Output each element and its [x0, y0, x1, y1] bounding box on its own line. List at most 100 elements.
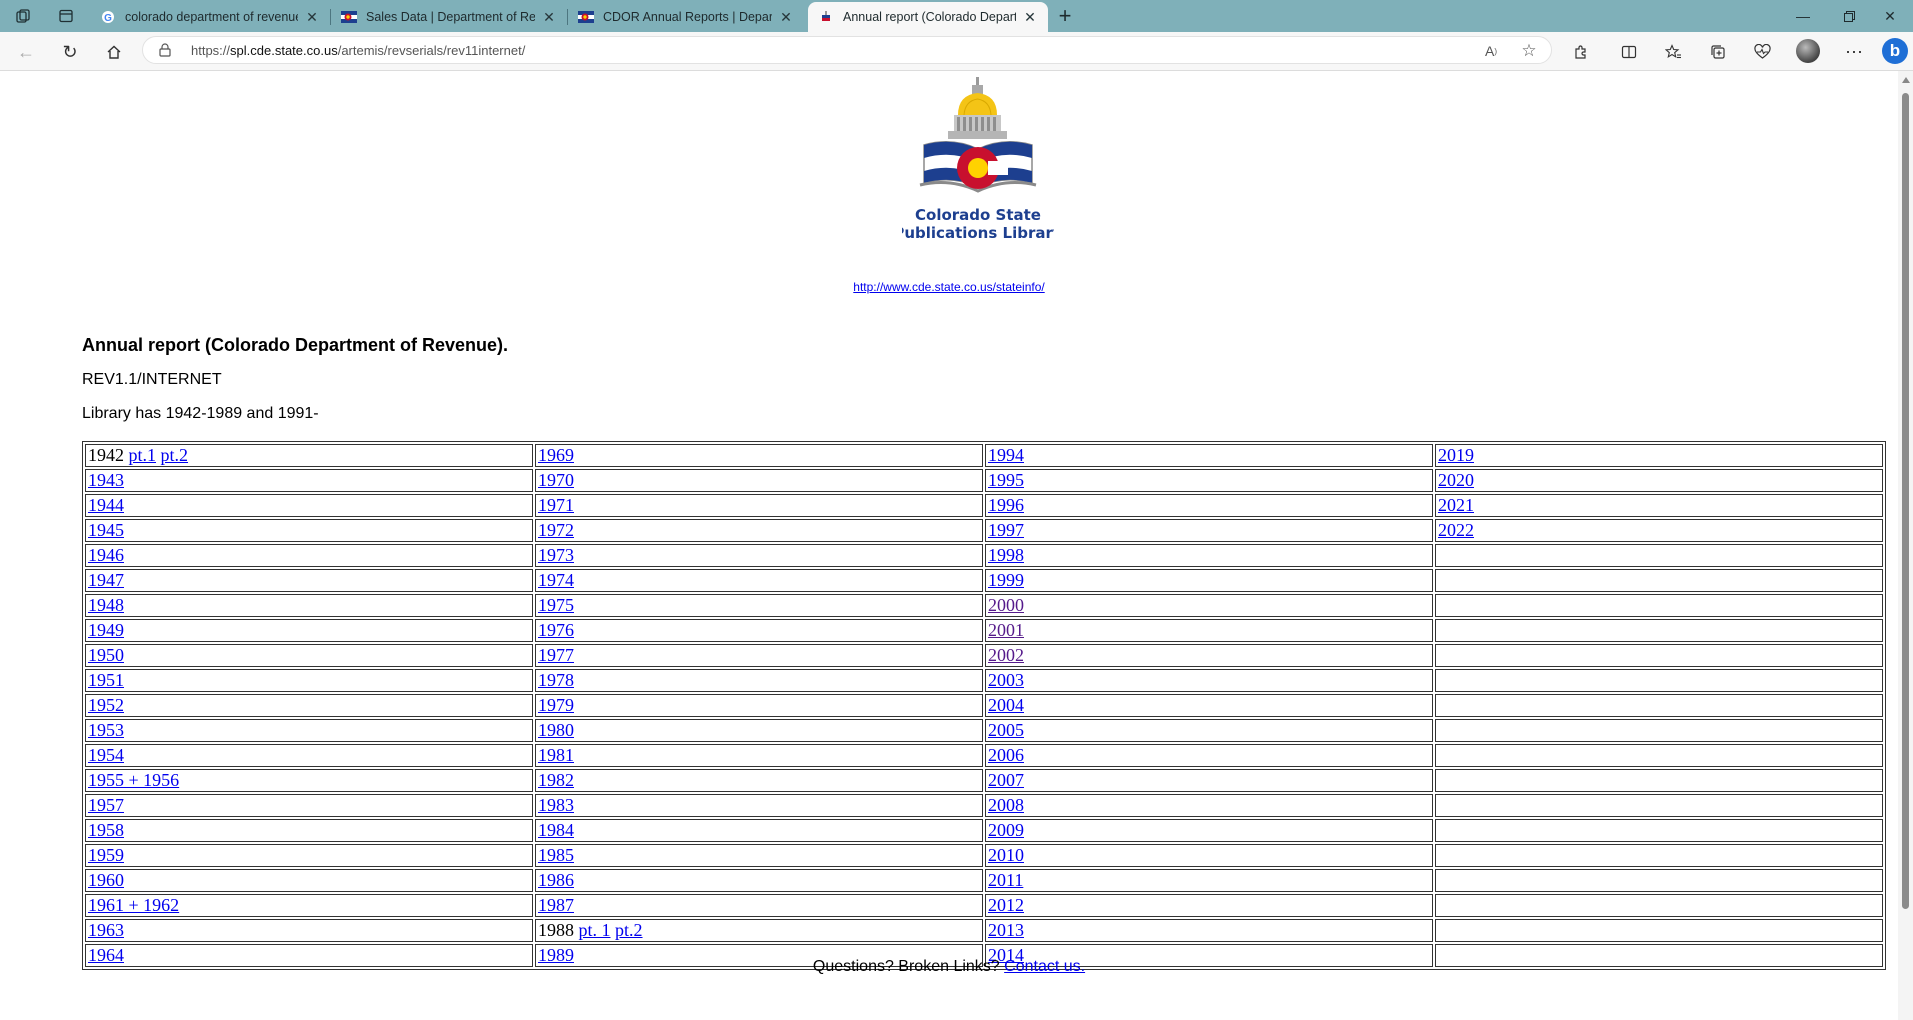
- minimize-icon[interactable]: —: [1780, 0, 1826, 32]
- report-link[interactable]: 1948: [88, 595, 124, 615]
- back-arrow-icon[interactable]: ←: [12, 39, 40, 65]
- restore-icon[interactable]: [1826, 0, 1872, 32]
- report-link[interactable]: 2021: [1438, 495, 1474, 515]
- report-link[interactable]: 2020: [1438, 470, 1474, 490]
- report-link[interactable]: 1997: [988, 520, 1024, 540]
- report-link[interactable]: 1972: [538, 520, 574, 540]
- report-link[interactable]: pt. 1: [579, 920, 611, 940]
- more-options-icon[interactable]: ⋯: [1843, 41, 1865, 63]
- report-link[interactable]: 1947: [88, 570, 124, 590]
- new-tab-button[interactable]: +: [1052, 3, 1078, 29]
- report-link[interactable]: 1961 + 1962: [88, 895, 179, 915]
- report-link[interactable]: 1944: [88, 495, 124, 515]
- report-link[interactable]: 1950: [88, 645, 124, 665]
- report-link[interactable]: 1976: [538, 620, 574, 640]
- read-aloud-icon[interactable]: A): [1481, 41, 1501, 61]
- report-link[interactable]: 1955 + 1956: [88, 770, 179, 790]
- report-link[interactable]: 1980: [538, 720, 574, 740]
- report-link[interactable]: 1979: [538, 695, 574, 715]
- report-link[interactable]: 1946: [88, 545, 124, 565]
- report-link[interactable]: 1963: [88, 920, 124, 940]
- report-link[interactable]: 1994: [988, 445, 1024, 465]
- report-link[interactable]: 1943: [88, 470, 124, 490]
- report-link[interactable]: 1981: [538, 745, 574, 765]
- report-link[interactable]: 2012: [988, 895, 1024, 915]
- address-bar[interactable]: https://spl.cde.state.co.us/artemis/revs…: [142, 36, 1552, 64]
- report-link[interactable]: 1952: [88, 695, 124, 715]
- close-tab-icon[interactable]: ✕: [778, 9, 794, 26]
- report-link[interactable]: 1977: [538, 645, 574, 665]
- bing-copilot-icon[interactable]: b: [1882, 38, 1908, 64]
- report-link[interactable]: 1953: [88, 720, 124, 740]
- report-link[interactable]: 2005: [988, 720, 1024, 740]
- report-link[interactable]: 1970: [538, 470, 574, 490]
- report-link[interactable]: 1985: [538, 845, 574, 865]
- report-link[interactable]: 2004: [988, 695, 1024, 715]
- report-link[interactable]: 1975: [538, 595, 574, 615]
- report-link[interactable]: 1983: [538, 795, 574, 815]
- report-link[interactable]: 2001: [988, 620, 1024, 640]
- workspaces-icon[interactable]: [10, 4, 36, 28]
- split-screen-icon[interactable]: [1618, 41, 1640, 63]
- tab-actions-icon[interactable]: [53, 4, 79, 28]
- tab-sales-data[interactable]: Sales Data | Department of Revenue ✕: [331, 2, 567, 32]
- report-link[interactable]: pt.1: [129, 445, 157, 465]
- report-link[interactable]: 1984: [538, 820, 574, 840]
- report-link[interactable]: 2009: [988, 820, 1024, 840]
- collections-icon[interactable]: [1707, 41, 1729, 63]
- close-window-icon[interactable]: ✕: [1867, 0, 1913, 32]
- tab-annual-report[interactable]: Annual report (Colorado Department ✕: [808, 2, 1048, 32]
- report-link[interactable]: 1998: [988, 545, 1024, 565]
- tab-cdor-annual-reports[interactable]: CDOR Annual Reports | Department ✕: [568, 2, 804, 32]
- profile-avatar[interactable]: [1796, 39, 1820, 63]
- report-link[interactable]: 2019: [1438, 445, 1474, 465]
- report-link[interactable]: 1996: [988, 495, 1024, 515]
- report-link[interactable]: 2003: [988, 670, 1024, 690]
- refresh-icon[interactable]: ↻: [56, 39, 84, 65]
- report-link[interactable]: 2006: [988, 745, 1024, 765]
- report-link[interactable]: 2013: [988, 920, 1024, 940]
- report-link[interactable]: 1957: [88, 795, 124, 815]
- report-link[interactable]: 1986: [538, 870, 574, 890]
- report-link[interactable]: 1945: [88, 520, 124, 540]
- report-link[interactable]: 1958: [88, 820, 124, 840]
- vertical-scrollbar[interactable]: [1898, 71, 1913, 1020]
- report-link[interactable]: 1974: [538, 570, 574, 590]
- tab-google-search[interactable]: G colorado department of revenue ✕: [90, 2, 330, 32]
- report-link[interactable]: 2022: [1438, 520, 1474, 540]
- report-link[interactable]: 1969: [538, 445, 574, 465]
- report-link[interactable]: 1973: [538, 545, 574, 565]
- report-link[interactable]: 1954: [88, 745, 124, 765]
- close-tab-icon[interactable]: ✕: [1022, 9, 1038, 26]
- scroll-up-arrow-icon[interactable]: [1902, 77, 1910, 83]
- favorites-icon[interactable]: [1662, 41, 1684, 63]
- report-link[interactable]: 1959: [88, 845, 124, 865]
- report-link[interactable]: 2007: [988, 770, 1024, 790]
- close-tab-icon[interactable]: ✕: [541, 9, 557, 26]
- report-link[interactable]: 2008: [988, 795, 1024, 815]
- report-link[interactable]: 1995: [988, 470, 1024, 490]
- report-link[interactable]: 1971: [538, 495, 574, 515]
- home-icon[interactable]: [100, 39, 128, 65]
- report-link[interactable]: pt.2: [615, 920, 643, 940]
- scrollbar-thumb[interactable]: [1902, 93, 1909, 909]
- report-link[interactable]: 2011: [988, 870, 1023, 890]
- contact-us-link[interactable]: Contact us.: [1004, 958, 1085, 975]
- report-link[interactable]: 1982: [538, 770, 574, 790]
- report-link[interactable]: 1987: [538, 895, 574, 915]
- report-link[interactable]: 2010: [988, 845, 1024, 865]
- extensions-icon[interactable]: [1570, 41, 1592, 63]
- lock-icon[interactable]: [159, 43, 171, 62]
- report-link[interactable]: 1999: [988, 570, 1024, 590]
- report-link[interactable]: 2002: [988, 645, 1024, 665]
- report-link[interactable]: 1978: [538, 670, 574, 690]
- report-link[interactable]: 1951: [88, 670, 124, 690]
- report-link[interactable]: 1949: [88, 620, 124, 640]
- report-link[interactable]: 2000: [988, 595, 1024, 615]
- close-tab-icon[interactable]: ✕: [304, 9, 320, 26]
- stateinfo-link[interactable]: http://www.cde.state.co.us/stateinfo/: [853, 280, 1044, 294]
- report-link[interactable]: pt.2: [161, 445, 189, 465]
- report-link[interactable]: 1960: [88, 870, 124, 890]
- browser-essentials-icon[interactable]: [1751, 41, 1773, 63]
- favorite-star-icon[interactable]: ☆: [1519, 41, 1539, 61]
